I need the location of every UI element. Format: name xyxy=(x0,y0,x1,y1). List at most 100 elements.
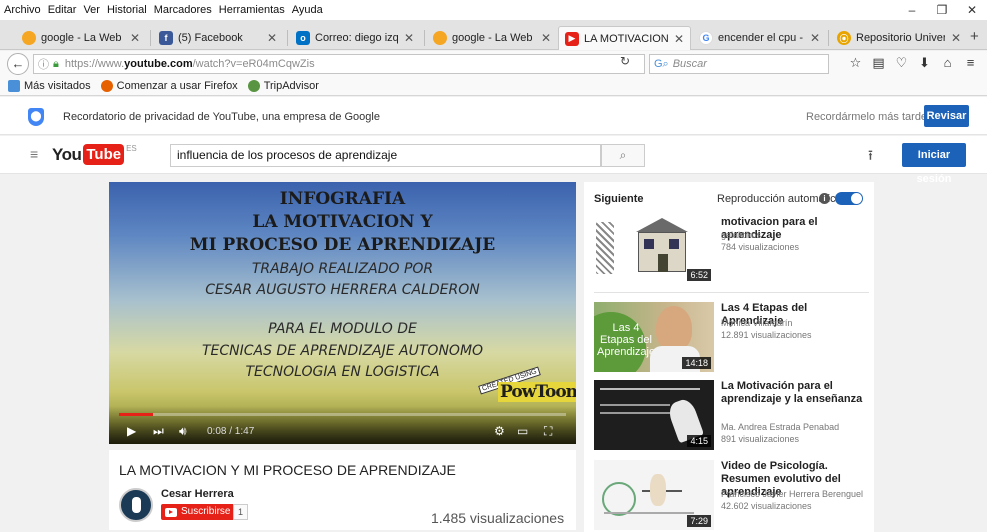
person-illustration xyxy=(656,306,692,350)
bookmark-mas-visitados[interactable]: Más visitados xyxy=(8,80,91,92)
subscribe-button[interactable]: Suscribirse xyxy=(161,504,236,520)
tab-label: Correo: diego izquier... xyxy=(315,32,398,44)
maximize-button[interactable]: ❐ xyxy=(927,0,957,20)
recommended-video[interactable]: 6:52 motivacion para el aprendizaje gala… xyxy=(594,214,869,284)
menu-bar: Archivo Editar Ver Historial Marcadores … xyxy=(0,0,987,20)
fullscreen-icon[interactable]: ⛶ xyxy=(544,424,552,439)
tab-label: google - La Web xyxy=(41,32,122,44)
back-button[interactable]: ← xyxy=(7,53,29,75)
video-line: INFOGRAFIA xyxy=(279,189,406,209)
video-author: Francisco Javier Herrera Berenguel xyxy=(721,489,864,499)
divider xyxy=(594,292,869,293)
close-icon[interactable]: ✕ xyxy=(541,31,551,45)
menu-editar[interactable]: Editar xyxy=(48,4,77,16)
close-icon[interactable]: ✕ xyxy=(674,32,684,46)
bookmark-star-icon[interactable]: ☆ xyxy=(844,55,867,71)
shield-icon: ⬤ xyxy=(28,108,44,126)
tab-google-1[interactable]: google - La Web ✕ xyxy=(16,26,146,50)
video-title[interactable]: La Motivación para el aprendizaje y la e… xyxy=(721,380,871,406)
video-line: PARA EL MODULO DE xyxy=(268,321,417,337)
menu-ver[interactable]: Ver xyxy=(83,4,100,16)
tab-correo[interactable]: o Correo: diego izquier... ✕ xyxy=(290,26,420,50)
recommended-video[interactable]: 4:15 La Motivación para el aprendizaje y… xyxy=(594,380,869,450)
next-icon[interactable]: ⏭ xyxy=(153,424,164,439)
close-icon[interactable]: ✕ xyxy=(810,31,820,45)
thumb-text: Las 4 Etapas del Aprendizaje xyxy=(597,322,656,358)
info-icon[interactable]: i xyxy=(819,193,830,204)
video-line: TRABAJO REALIZADO POR xyxy=(251,261,434,277)
video-thumbnail[interactable]: 6:52 xyxy=(594,214,714,284)
menu-ayuda[interactable]: Ayuda xyxy=(292,4,323,16)
progress-bar[interactable] xyxy=(119,413,566,416)
video-title: LA MOTIVACION Y MI PROCESO DE APRENDIZAJ… xyxy=(119,462,456,478)
browser-search-input[interactable]: G⌕ Buscar xyxy=(649,54,829,74)
recommended-video[interactable]: 7:29 Video de Psicología. Resumen evolut… xyxy=(594,460,869,530)
home-icon[interactable]: ⌂ xyxy=(936,55,959,71)
minimize-button[interactable]: – xyxy=(897,0,927,20)
volume-icon[interactable]: 🔊︎ xyxy=(179,424,187,439)
tab-facebook[interactable]: f (5) Facebook ✕ xyxy=(153,26,283,50)
close-icon[interactable]: ✕ xyxy=(404,31,414,45)
search-engine-icon[interactable]: G⌕ xyxy=(654,58,669,71)
menu-icon[interactable]: ≡ xyxy=(959,55,982,71)
youtube-header: ≡ You Tube ES influencia de los procesos… xyxy=(0,136,987,185)
menu-herramientas[interactable]: Herramientas xyxy=(219,4,285,16)
youtube-search-input[interactable]: influencia de los procesos de aprendizaj… xyxy=(170,144,601,167)
upload-icon[interactable]: ⭱ xyxy=(868,145,873,169)
close-icon[interactable]: ✕ xyxy=(951,31,961,45)
signin-button[interactable]: Iniciar sesión xyxy=(902,143,966,185)
tab-youtube-active[interactable]: ▶ LA MOTIVACION Y ... ✕ xyxy=(558,26,691,50)
theater-mode-icon[interactable]: ▭ xyxy=(517,424,528,438)
tab-encender-cpu[interactable]: G encender el cpu - Bus... ✕ xyxy=(693,26,826,50)
video-thumbnail[interactable]: 4:15 xyxy=(594,380,714,450)
bookmark-tripadvisor[interactable]: TripAdvisor xyxy=(247,80,319,92)
reload-icon[interactable]: ↻ xyxy=(620,54,630,68)
menu-marcadores[interactable]: Marcadores xyxy=(154,4,212,16)
youtube-logo[interactable]: You Tube ES xyxy=(52,144,137,165)
new-tab-button[interactable]: + xyxy=(970,28,979,45)
door-illustration xyxy=(658,254,668,272)
download-icon[interactable]: ⬇ xyxy=(913,55,936,71)
video-thumbnail[interactable]: Las 4 Etapas del Aprendizaje 14:18 xyxy=(594,302,714,372)
lock-icon: 🔒︎ xyxy=(53,57,59,70)
tab-bar: google - La Web ✕ f (5) Facebook ✕ o Cor… xyxy=(0,20,987,50)
time-display: 0:08 / 1:47 xyxy=(207,426,255,437)
tab-label: Repositorio Universid... xyxy=(856,32,945,44)
video-views: 891 visualizaciones xyxy=(721,434,800,444)
video-player[interactable]: INFOGRAFIA LA MOTIVACION Y MI PROCESO DE… xyxy=(109,182,576,444)
tab-google-2[interactable]: google - La Web ✕ xyxy=(427,26,557,50)
video-thumbnail[interactable]: 7:29 xyxy=(594,460,714,530)
navigation-bar: ← ⓘ 🔒︎ https://www. youtube.com/watch?v=e… xyxy=(0,51,987,77)
close-icon[interactable]: ✕ xyxy=(267,31,277,45)
remind-later-link[interactable]: Recordármelo más tarde xyxy=(806,111,927,123)
progress-fill xyxy=(119,413,153,416)
tab-repositorio[interactable]: ⦿ Repositorio Universid... ✕ xyxy=(831,26,967,50)
toolbar-icons: ☆ ▤ ♡ ⬇ ⌂ ≡ xyxy=(844,55,982,71)
play-icon[interactable]: ▶ xyxy=(127,424,136,438)
tab-divider xyxy=(828,30,829,46)
info-icon[interactable]: ⓘ xyxy=(38,56,49,72)
settings-gear-icon[interactable]: ⚙ xyxy=(494,424,505,438)
close-window-button[interactable]: ✕ xyxy=(957,0,987,20)
menu-archivo[interactable]: Archivo xyxy=(4,4,41,16)
search-button[interactable]: ⌕ xyxy=(601,144,645,167)
review-button[interactable]: Revisar xyxy=(924,105,969,127)
chalk-line xyxy=(600,404,670,406)
guide-menu-icon[interactable]: ≡ xyxy=(30,146,38,162)
menu-historial[interactable]: Historial xyxy=(107,4,147,16)
most-visited-icon xyxy=(8,80,20,92)
close-icon[interactable]: ✕ xyxy=(130,31,140,45)
autoplay-toggle[interactable] xyxy=(835,192,863,205)
url-bar[interactable]: ⓘ 🔒︎ https://www. youtube.com/watch?v=eR0… xyxy=(33,54,645,74)
channel-name[interactable]: Cesar Herrera xyxy=(161,488,234,500)
powtoon-badge: CREATED USING PowToon xyxy=(476,366,576,410)
reading-list-icon[interactable]: ▤ xyxy=(867,55,890,71)
repository-icon: ⦿ xyxy=(837,31,851,45)
bookmark-firefox[interactable]: Comenzar a usar Firefox xyxy=(100,80,238,92)
chalk-line xyxy=(600,388,700,390)
pocket-icon[interactable]: ♡ xyxy=(890,55,913,71)
chalk-line xyxy=(600,412,680,414)
channel-avatar[interactable] xyxy=(119,488,153,522)
tab-label: encender el cpu - Bus... xyxy=(718,32,804,44)
recommended-video[interactable]: Las 4 Etapas del Aprendizaje 14:18 Las 4… xyxy=(594,302,869,372)
